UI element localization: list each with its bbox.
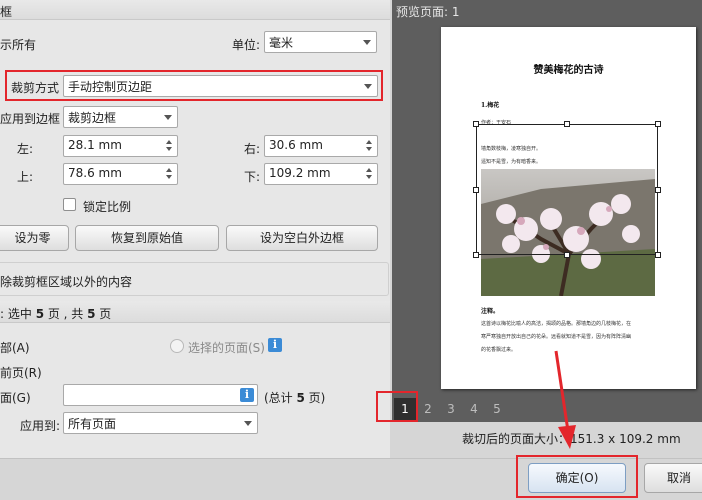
info-icon[interactable]: i bbox=[240, 388, 254, 402]
page-button-3[interactable]: 3 bbox=[440, 398, 462, 420]
top-margin-label: 上: bbox=[17, 170, 34, 184]
show-all-label: 示所有 bbox=[0, 38, 37, 52]
selected-pages-label: 选择的页面(S) bbox=[188, 341, 265, 355]
section-title-crop: 框 bbox=[0, 5, 13, 19]
left-margin-value: 28.1 mm bbox=[68, 138, 122, 152]
apply-to-select[interactable]: 所有页面 bbox=[63, 412, 258, 434]
doc-note-heading: 注释。 bbox=[481, 308, 500, 315]
right-margin-label: 右: bbox=[244, 142, 261, 156]
pages-radio-label[interactable]: 面(G) bbox=[0, 389, 31, 406]
apply-border-label: 应用到边框 bbox=[0, 112, 61, 126]
bottom-margin-value: 109.2 mm bbox=[269, 166, 331, 180]
doc-note: 寒严寒独自开放出自己的花朵。远看就知道不是雪，因为有阵阵清幽 bbox=[481, 334, 632, 340]
lock-ratio-checkbox[interactable] bbox=[63, 198, 76, 211]
crop-handle[interactable] bbox=[655, 252, 661, 258]
spin-down-icon[interactable] bbox=[166, 175, 172, 179]
apply-to-value: 所有页面 bbox=[68, 417, 117, 431]
unit-select[interactable]: 毫米 bbox=[264, 31, 377, 53]
set-blank-margin-button[interactable]: 设为空白外边框 bbox=[226, 225, 378, 251]
page-range-summary: : 选中 5 页 , 共 5 页 bbox=[0, 307, 112, 321]
page-button-5[interactable]: 5 bbox=[486, 398, 508, 420]
spin-down-icon[interactable] bbox=[366, 175, 372, 179]
crop-method-value: 手动控制页边距 bbox=[68, 80, 153, 94]
page-button-4[interactable]: 4 bbox=[463, 398, 485, 420]
crop-frame[interactable] bbox=[476, 124, 658, 255]
spin-up-icon[interactable] bbox=[166, 168, 172, 172]
selected-pages-radio[interactable] bbox=[170, 339, 184, 353]
doc-heading: 1.梅花 bbox=[481, 102, 500, 109]
crop-handle[interactable] bbox=[564, 252, 570, 258]
apply-to-label: 应用到: bbox=[20, 419, 61, 433]
restore-original-button[interactable]: 恢复到原始值 bbox=[75, 225, 219, 251]
current-page-radio-label[interactable]: 前页(R) bbox=[0, 364, 42, 381]
crop-handle[interactable] bbox=[655, 187, 661, 193]
chevron-down-icon bbox=[244, 421, 252, 426]
right-margin-value: 30.6 mm bbox=[269, 138, 323, 152]
chevron-down-icon bbox=[363, 40, 371, 45]
spin-up-icon[interactable] bbox=[366, 168, 372, 172]
annotation-arrow bbox=[554, 350, 576, 449]
info-icon[interactable]: i bbox=[268, 338, 282, 352]
left-margin-spinner[interactable]: 28.1 mm bbox=[63, 135, 178, 157]
top-margin-value: 78.6 mm bbox=[68, 166, 122, 180]
apply-border-select[interactable]: 裁剪边框 bbox=[63, 106, 178, 128]
apply-border-value: 裁剪边框 bbox=[68, 111, 117, 125]
lock-ratio-label: 锁定比例 bbox=[83, 200, 132, 214]
crop-method-label: 裁剪方式 bbox=[11, 81, 60, 95]
crop-handle[interactable] bbox=[655, 121, 661, 127]
section-header-crop: 框 bbox=[0, 0, 390, 20]
crop-settings-panel: 框 示所有 单位: 毫米 裁剪方式 手动控制页边距 应用到边框 裁剪边框 左: … bbox=[0, 0, 390, 458]
unit-label: 单位: bbox=[232, 38, 261, 52]
page-highlight bbox=[376, 391, 418, 422]
right-margin-spinner[interactable]: 30.6 mm bbox=[264, 135, 378, 157]
chevron-down-icon bbox=[164, 115, 172, 120]
cancel-button[interactable]: 取消 bbox=[644, 463, 702, 493]
all-pages-radio-label[interactable]: 部(A) bbox=[0, 339, 30, 356]
ok-button-highlight bbox=[516, 455, 638, 498]
crop-handle[interactable] bbox=[473, 187, 479, 193]
crop-handle[interactable] bbox=[473, 121, 479, 127]
preview-page: 赞美梅花的古诗 1.梅花 作者：王安石 墙角数枝梅，凌寒独自开。 遥知不是雪，为… bbox=[441, 27, 696, 389]
set-zero-button[interactable]: 设为零 bbox=[0, 225, 69, 251]
page-range-header: : 选中 5 页 , 共 5 页 bbox=[0, 301, 390, 323]
bottom-margin-label: 下: bbox=[244, 170, 261, 184]
doc-note: 这首诗以梅花比喻人的高洁，揭颂的品格。那墙角边的几枝梅花，在 bbox=[481, 321, 632, 327]
crop-handle[interactable] bbox=[473, 252, 479, 258]
total-pages-label: (总计 5 页) bbox=[264, 391, 326, 405]
top-margin-spinner[interactable]: 78.6 mm bbox=[63, 163, 178, 185]
crop-method-select[interactable]: 手动控制页边距 bbox=[63, 75, 378, 97]
spin-down-icon[interactable] bbox=[166, 147, 172, 151]
chevron-down-icon bbox=[364, 84, 372, 89]
left-margin-label: 左: bbox=[17, 142, 34, 156]
page-button-2[interactable]: 2 bbox=[417, 398, 439, 420]
bottom-margin-spinner[interactable]: 109.2 mm bbox=[264, 163, 378, 185]
doc-title: 赞美梅花的古诗 bbox=[533, 65, 604, 76]
spin-up-icon[interactable] bbox=[366, 140, 372, 144]
remove-outside-label[interactable]: 除裁剪框区域以外的内容 bbox=[0, 273, 132, 290]
pages-input[interactable] bbox=[63, 384, 258, 406]
spin-up-icon[interactable] bbox=[166, 140, 172, 144]
doc-note: 的花香飘过来。 bbox=[481, 347, 517, 353]
unit-select-value: 毫米 bbox=[269, 36, 294, 50]
crop-handle[interactable] bbox=[564, 121, 570, 127]
preview-title: 预览页面: 1 bbox=[396, 5, 460, 19]
spin-down-icon[interactable] bbox=[366, 147, 372, 151]
